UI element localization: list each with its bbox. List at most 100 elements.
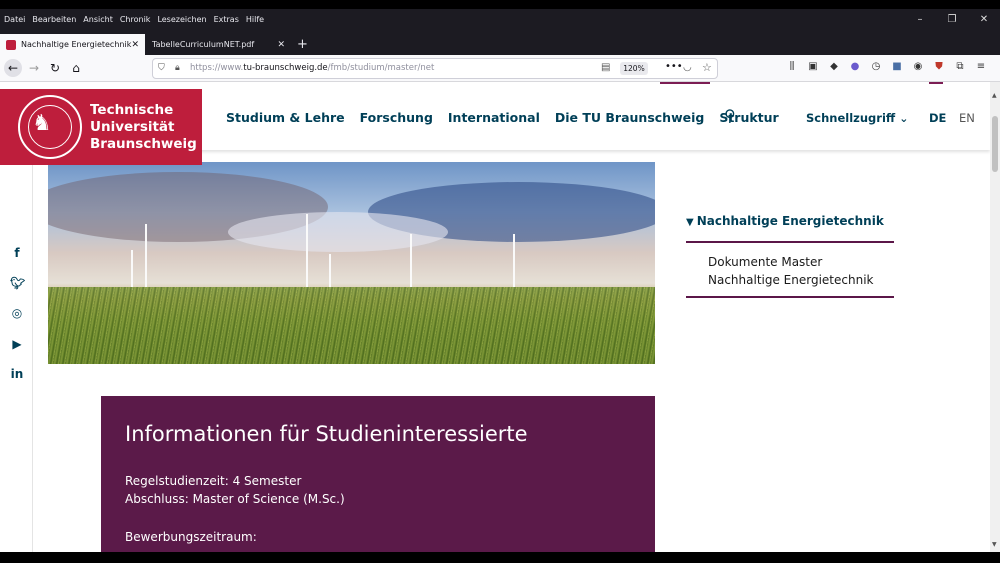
social-links: f 🐦︎ ◎ ▶ in — [0, 162, 33, 552]
page-content: Studium & Lehre Forschung International … — [0, 82, 990, 552]
scroll-down-icon[interactable]: ▼ — [992, 541, 997, 548]
nav-die-tu-braunschweig[interactable]: Die TU Braunschweig — [555, 110, 704, 125]
wind-turbine — [329, 254, 331, 289]
sidebar-current-page[interactable]: ▼ Nachhaltige Energietechnik — [686, 214, 894, 228]
menu-extras[interactable]: Extras — [214, 15, 239, 24]
sidebar-current-label: Nachhaltige Energietechnik — [696, 214, 884, 228]
quick-access-label: Schnellzugriff — [806, 111, 896, 125]
close-tab-icon[interactable]: ✕ — [131, 40, 139, 50]
chevron-down-icon: ▼ — [686, 217, 694, 228]
tab-nachhaltige-energietechnik[interactable]: Nachhaltige Energietechnik ✕ — [0, 34, 145, 55]
extension-icon[interactable]: ● — [849, 61, 861, 72]
menu-chronik[interactable]: Chronik — [120, 15, 151, 24]
linkedin-icon[interactable]: in — [10, 367, 24, 381]
top-border — [0, 0, 1000, 9]
chevron-down-icon: ⌄ — [899, 112, 909, 125]
extension-icon[interactable]: ◆ — [828, 61, 840, 72]
logo-line-2: Universität — [90, 119, 175, 135]
logo-line-3: Braunschweig — [90, 136, 197, 152]
wind-turbine — [131, 250, 133, 290]
menu-lesezeichen[interactable]: Lesezeichen — [157, 15, 206, 24]
nav-active-indicator — [660, 82, 710, 84]
hero-image-wind-turbines — [48, 162, 655, 364]
scrollbar-thumb[interactable] — [992, 116, 998, 172]
menu-icon[interactable]: ≡ — [975, 61, 987, 72]
nav-international[interactable]: International — [448, 110, 540, 125]
scroll-up-icon[interactable]: ▲ — [992, 92, 997, 99]
cloud — [228, 212, 448, 252]
twitter-icon[interactable]: 🐦︎ — [10, 276, 25, 290]
divider — [686, 241, 894, 243]
lion-icon: ♞ — [32, 111, 52, 136]
scrollbar[interactable]: ▲ ▼ — [990, 82, 1000, 552]
ublock-icon[interactable]: ⛊ — [933, 61, 945, 72]
title-bar: Datei Bearbeiten Ansicht Chronik Lesezei… — [0, 9, 1000, 34]
wind-turbine — [306, 214, 308, 289]
language-de[interactable]: DE — [929, 111, 946, 125]
search-icon[interactable]: ⚲ — [724, 106, 736, 125]
back-icon[interactable]: ← — [4, 59, 22, 77]
restore-icon[interactable]: ❐ — [946, 14, 958, 25]
reader-view-icon[interactable]: ▤ — [601, 62, 610, 73]
wind-turbine — [513, 234, 515, 289]
extensions-icon[interactable]: ⧉ — [954, 61, 966, 72]
home-icon[interactable]: ⌂ — [68, 61, 84, 75]
tracking-shield-icon[interactable]: ⛉ — [158, 63, 165, 73]
account-icon[interactable]: ◉ — [912, 61, 924, 72]
zoom-level[interactable]: 120% — [620, 62, 648, 75]
menu-bearbeiten[interactable]: Bearbeiten — [32, 15, 76, 24]
language-active-indicator — [929, 82, 943, 84]
divider — [686, 296, 894, 298]
info-box: Informationen für Studieninteressierte R… — [101, 396, 655, 552]
tab-curriculum-pdf[interactable]: TabelleCurriculumNET.pdf ✕ — [146, 34, 291, 55]
sidebar-icon[interactable]: ▣ — [807, 61, 819, 72]
grass-field — [48, 287, 655, 364]
screen: Datei Bearbeiten Ansicht Chronik Lesezei… — [0, 0, 1000, 563]
nav-forschung[interactable]: Forschung — [360, 110, 433, 125]
seal-icon: ♞ — [18, 95, 82, 159]
language-en[interactable]: EN — [959, 111, 975, 125]
clock-icon[interactable]: ◷ — [870, 61, 882, 72]
close-window-icon[interactable]: ✕ — [978, 14, 990, 25]
info-application: Bewerbungszeitraum: — [125, 530, 257, 544]
wind-turbine — [145, 224, 147, 289]
quick-access-button[interactable]: Schnellzugriff ⌄ — [806, 111, 908, 125]
menu-hilfe[interactable]: Hilfe — [246, 15, 264, 24]
logo-text: Technische Universität Braunschweig — [90, 102, 197, 153]
page-actions-icon[interactable]: ••• — [665, 61, 683, 72]
minimize-icon[interactable]: – — [914, 14, 926, 25]
logo-line-1: Technische — [90, 102, 174, 118]
forward-icon[interactable]: → — [26, 61, 42, 75]
info-degree: Abschluss: Master of Science (M.Sc.) — [125, 492, 345, 506]
facebook-icon[interactable]: f — [10, 246, 24, 260]
lock-icon[interactable]: 🔒︎ — [175, 63, 180, 73]
close-tab-icon[interactable]: ✕ — [277, 40, 285, 50]
extension-icon[interactable]: ■ — [891, 61, 903, 72]
toolbar-extensions: ⫼ ▣ ◆ ● ◷ ■ ◉ ⛊ ⧉ ≡ — [786, 61, 987, 72]
wind-turbine — [410, 234, 412, 289]
library-icon[interactable]: ⫼ — [786, 61, 798, 72]
window-controls: – ❐ ✕ — [914, 14, 990, 25]
nav-studium-lehre[interactable]: Studium & Lehre — [226, 110, 345, 125]
menu-bar: Datei Bearbeiten Ansicht Chronik Lesezei… — [4, 15, 271, 24]
address-bar[interactable]: ⛉ 🔒︎ https://www.tu-braunschweig.de/fmb/… — [152, 58, 718, 79]
tu-favicon-icon — [6, 39, 16, 50]
navigation-toolbar: ← → ↻ ⌂ ⛉ 🔒︎ https://www.tu-braunschweig… — [0, 55, 1000, 82]
sidebar-item-dokumente[interactable]: Dokumente Master Nachhaltige Energietech… — [708, 253, 888, 289]
bookmark-star-icon[interactable]: ☆ — [702, 61, 712, 74]
sidebar-navigation: ▼ Nachhaltige Energietechnik Dokumente Ma… — [686, 214, 894, 298]
info-duration: Regelstudienzeit: 4 Semester — [125, 474, 302, 488]
bottom-border — [0, 552, 1000, 563]
youtube-icon[interactable]: ▶ — [10, 337, 24, 351]
menu-datei[interactable]: Datei — [4, 15, 25, 24]
pocket-icon[interactable]: ◡ — [683, 62, 692, 73]
url-path: /fmb/studium/master/net — [327, 63, 435, 73]
new-tab-icon[interactable]: + — [297, 37, 308, 52]
menu-ansicht[interactable]: Ansicht — [83, 15, 113, 24]
tu-logo[interactable]: ♞ Technische Universität Braunschweig — [0, 89, 202, 165]
instagram-icon[interactable]: ◎ — [10, 306, 24, 320]
reload-icon[interactable]: ↻ — [47, 61, 63, 75]
url-text[interactable]: https://www.tu-braunschweig.de/fmb/studi… — [190, 63, 434, 73]
main-navigation: Studium & Lehre Forschung International … — [226, 110, 794, 125]
info-title: Informationen für Studieninteressierte — [125, 422, 528, 446]
